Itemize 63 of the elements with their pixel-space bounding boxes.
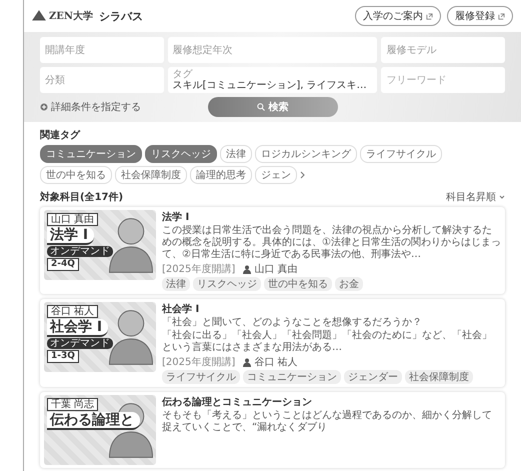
filter-field[interactable]: 分類 xyxy=(40,67,164,93)
course-tag: リスクヘッジ xyxy=(193,277,261,291)
thumbnail-instructor: 谷口 祐人 xyxy=(47,305,98,318)
course-description: そもそも「考える」ということはどんな過程であるのか、細かく分解して捉えていくことで、“漏れなくダブり xyxy=(162,410,493,434)
search-button[interactable]: 検索 xyxy=(208,97,338,117)
delivery-badge: オンデマンド xyxy=(47,246,113,258)
term-label: 1-3Q xyxy=(47,350,79,363)
course-tag: 世の中を知る xyxy=(264,277,332,291)
tag-chip[interactable]: 論理的思考 xyxy=(190,166,252,184)
tag-chip[interactable]: コミュニケーション xyxy=(40,145,142,163)
delivery-badge: オンデマンド xyxy=(47,338,113,350)
page-title: シラバス xyxy=(99,8,144,24)
header-link[interactable]: 入学のご案内 xyxy=(355,6,441,26)
person-silhouette-icon xyxy=(109,308,153,366)
course-description: この授業は日常生活で出会う問題を、法律の視点から分析して解決するための概念を説明する。具体的には、①法律と日常生活の関わりからはじまって、②日常生活に特に身近である民事法の他、刑事法や… xyxy=(162,225,501,261)
header-link[interactable]: 履修登録 xyxy=(447,6,513,26)
course-year: [2025年度開講] xyxy=(162,262,236,276)
person-icon xyxy=(243,358,252,366)
section-heading: 関連タグ xyxy=(40,128,82,142)
tag-chip[interactable]: 社会保障制度 xyxy=(115,166,187,184)
results-heading: 対象科目(全17件) xyxy=(40,190,124,204)
course-tag: ライフサイクル xyxy=(162,370,240,384)
course-card[interactable]: 谷口 祐人 社会学 I オンデマンド 1-3Q 社会学 I 「社会」と聞いて、どのようなことを想像するだろうか？ 「社会に出る」「社会人」「社会問題」「社会のために」など、「社会」という言葉にはさまざまな用法がある… [2025年度開講] 谷口 祐人 ライフサイクル コミュニケーション ジェンダー 社会保障制度 xyxy=(40,299,505,387)
tag-chip[interactable]: 法律 xyxy=(220,145,252,163)
instructor-name: 山口 真由 xyxy=(254,262,298,276)
person-silhouette-icon xyxy=(109,216,153,274)
tag-chip[interactable]: リスクヘッジ xyxy=(145,145,217,163)
course-tag: お金 xyxy=(335,277,363,291)
course-card[interactable]: 千葉 尚志 伝わる論理と 伝わる論理とコミュニケーション そもそも「考える」ということはどんな過程であるのか、細かく分解して捉えていくことで、“漏れなくダブり xyxy=(40,392,505,468)
external-link-icon xyxy=(426,12,433,20)
course-tag: 法律 xyxy=(162,277,190,291)
thumbnail-title: 社会学 I xyxy=(47,319,108,338)
course-tag: ジェンダー xyxy=(344,370,402,384)
plus-circle-icon xyxy=(40,103,48,111)
thumbnail-title: 伝わる論理と xyxy=(47,412,140,430)
external-link-icon xyxy=(498,12,505,20)
chevron-right-icon[interactable] xyxy=(300,171,306,179)
term-label: 2-4Q xyxy=(47,258,79,271)
person-icon xyxy=(243,264,252,274)
logo-icon xyxy=(32,10,46,22)
instructor-name: 谷口 祐人 xyxy=(254,356,298,369)
tag-chip[interactable]: ライフサイクル xyxy=(360,145,442,163)
tag-chip[interactable]: ジェン xyxy=(255,166,297,184)
thumbnail-title: 法学 I xyxy=(47,227,94,246)
thumbnail-instructor: 山口 真由 xyxy=(47,213,98,226)
search-icon xyxy=(256,103,264,111)
thumbnail-instructor: 千葉 尚志 xyxy=(47,398,98,411)
course-title: 社会学 I xyxy=(162,302,200,316)
course-title: 法学 I xyxy=(162,210,190,224)
course-tag: コミュニケーション xyxy=(243,370,341,384)
chevron-down-icon xyxy=(499,195,505,199)
advanced-conditions-link[interactable]: 詳細条件を指定する xyxy=(40,100,208,114)
filter-field[interactable]: タグ スキル[コミュニケーション], ライフスキ… xyxy=(168,67,378,93)
tag-chip[interactable]: ロジカルシンキング xyxy=(255,145,357,163)
course-card[interactable]: 山口 真由 法学 I オンデマンド 2-4Q 法学 I この授業は日常生活で出会う問題を、法律の視点から分析して解決するための概念を説明する。具体的には、①法律と日常生活の関わりからはじまって、②日常生活に特に身近である民事法の他、刑事法や… [2025年度開講] 山口 真由 法律 リスクヘッジ 世の中を知る お金 xyxy=(40,207,505,294)
course-tag: 社会保障制度 xyxy=(405,370,473,384)
logo-text: ZEN大学 xyxy=(49,10,94,23)
course-title: 伝わる論理とコミュニケーション xyxy=(162,396,313,409)
tag-chip[interactable]: 世の中を知る xyxy=(40,166,112,184)
course-description: 「社会」と聞いて、どのようなことを想像するだろうか？ xyxy=(162,317,423,329)
course-description: 「社会に出る」「社会人」「社会問題」「社会のために」など、「社会」という言葉にはさまざまな用法がある… xyxy=(162,330,493,354)
sort-dropdown[interactable]: 科目名昇順 xyxy=(446,190,505,204)
course-year: [2025年度開講] xyxy=(162,356,236,369)
